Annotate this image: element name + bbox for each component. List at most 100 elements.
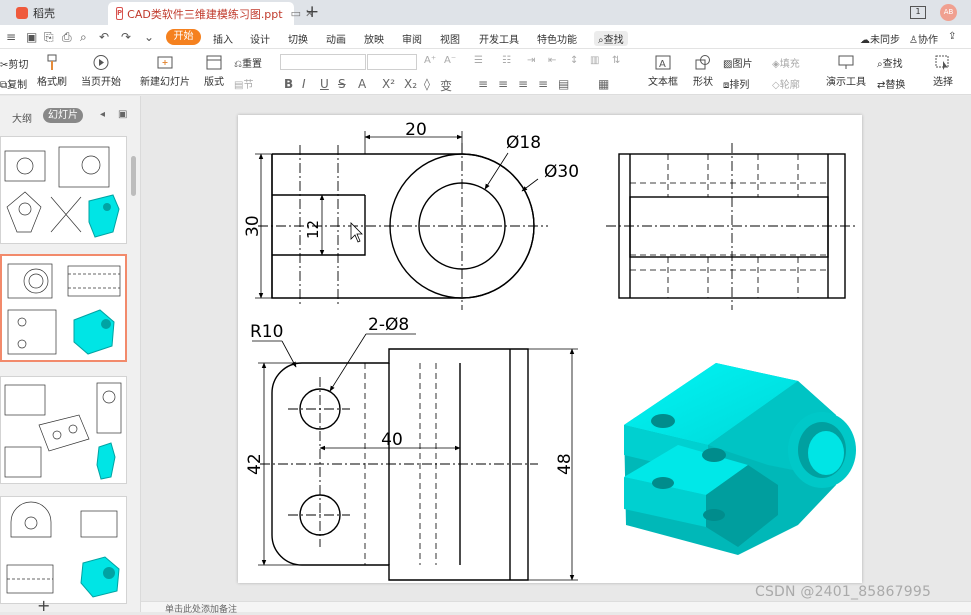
more-icon[interactable]: ⌄ (144, 30, 154, 44)
search-label: 查找 (603, 35, 624, 46)
tab-slideshow[interactable]: 放映 (364, 31, 384, 46)
font-shrink-icon[interactable]: A⁻ (444, 55, 456, 66)
document-tab[interactable]: P CAD类软件三维建模练习图.ppt ▭ ✕ (108, 2, 314, 25)
font-grow-icon[interactable]: A⁺ (424, 55, 436, 66)
shape-button[interactable]: 形状 (687, 54, 719, 88)
thumbnail-drawing (7, 263, 121, 355)
slide-thumbnail-3[interactable] (0, 376, 127, 484)
play-current-button[interactable]: 当页开始 (80, 54, 122, 88)
sync-status[interactable]: ☁未同步 (860, 31, 900, 46)
slide-thumbnail-1[interactable] (0, 136, 127, 244)
copy-label: 复制 (7, 80, 28, 91)
reset-icon: ⎌ (234, 59, 242, 70)
fill-button[interactable]: ◈填充 (772, 55, 800, 70)
undo-icon[interactable]: ↶ (99, 30, 109, 44)
top-view (271, 348, 529, 581)
window-count-button[interactable]: 1 (910, 6, 926, 19)
outdent-icon[interactable]: ⇤ (548, 55, 556, 66)
dim-r10: R10 (250, 322, 283, 342)
indent-icon[interactable]: ⇥ (527, 55, 535, 66)
align-right-icon[interactable]: ≡ (518, 77, 528, 91)
panel-close-icon[interactable]: ▣ (118, 109, 127, 120)
strikethrough-icon[interactable]: S (338, 77, 346, 91)
tab-developer[interactable]: 开发工具 (479, 31, 519, 46)
char-spacing-icon[interactable]: 变 (440, 77, 452, 94)
new-tab-button[interactable]: + (305, 2, 319, 22)
bullets-icon[interactable]: ☰ (474, 55, 483, 66)
reset-label: 重置 (242, 59, 262, 70)
home-tab[interactable]: 稻壳 (4, 3, 104, 23)
fill-label: 填充 (779, 59, 800, 70)
print-icon[interactable]: ⎙ (62, 30, 72, 45)
tab-start[interactable]: 开始 (166, 29, 201, 45)
arrange-label: 排列 (729, 80, 750, 91)
italic-icon[interactable]: I (302, 77, 306, 91)
section-button[interactable]: ▤节 (234, 76, 253, 91)
distribute-icon[interactable]: ▤ (558, 77, 569, 91)
search-button[interactable]: ⌕查找 (594, 31, 628, 46)
textbox-button[interactable]: A 文本框 (645, 54, 681, 88)
tab-animation[interactable]: 动画 (326, 31, 346, 46)
tab-transition[interactable]: 切换 (288, 31, 308, 46)
find-button[interactable]: ⌕查找 (877, 55, 903, 70)
align-center-icon[interactable]: ≡ (498, 77, 508, 91)
cut-button[interactable]: ✂剪切 (0, 56, 28, 71)
redo-icon[interactable]: ↷ (121, 30, 131, 44)
panel-collapse-icon[interactable]: ◂ (100, 109, 105, 120)
new-slide-button[interactable]: 新建幻灯片 (137, 54, 193, 88)
tab-review[interactable]: 审阅 (402, 31, 422, 46)
notes-bar[interactable]: 单击此处添加备注 (141, 601, 971, 615)
underline-icon[interactable]: U (320, 77, 329, 91)
section-label: 节 (243, 80, 254, 91)
tab-design[interactable]: 设计 (250, 31, 270, 46)
font-color-icon[interactable]: A (358, 77, 366, 91)
columns-icon[interactable]: ▥ (590, 55, 599, 66)
format-painter-button[interactable]: 格式刷 (36, 54, 68, 88)
bold-icon[interactable]: B (284, 77, 293, 91)
dim-phi18: Ø18 (506, 133, 541, 153)
font-family-select[interactable] (280, 54, 366, 70)
tab-insert[interactable]: 插入 (213, 31, 233, 46)
find-label: 查找 (882, 59, 903, 70)
save-icon[interactable]: ▣ (26, 30, 37, 44)
clear-format-icon[interactable]: ◊ (424, 77, 430, 91)
preview-icon[interactable]: ⌕ (80, 30, 87, 45)
align-text-icon[interactable]: ▦ (598, 77, 609, 91)
share-button[interactable]: ⇪ (948, 31, 956, 42)
brush-icon (47, 54, 57, 70)
collab-button[interactable]: ♙协作 (909, 31, 938, 46)
slide-thumbnail-4[interactable] (0, 496, 127, 604)
subscript-icon[interactable]: X₂ (404, 77, 417, 91)
svg-text:A: A (659, 59, 666, 70)
current-slide[interactable]: 20 Ø18 Ø30 30 12 R10 2-Ø8 40 42 48 (238, 115, 862, 583)
dim-12: 12 (304, 220, 322, 239)
menu-icon[interactable]: ≡ (6, 30, 16, 44)
tab-special[interactable]: 特色功能 (537, 31, 577, 46)
tab-view[interactable]: 视图 (440, 31, 460, 46)
tab-outline[interactable]: 大纲 (12, 110, 32, 125)
layout-button[interactable]: 版式 (199, 54, 229, 88)
copy-button[interactable]: ⧉复制 (0, 76, 27, 91)
select-button[interactable]: 选择 (928, 54, 958, 88)
new-slide-icon (157, 56, 173, 69)
replace-button[interactable]: ⇄替换 (877, 76, 905, 91)
outline-button[interactable]: ◇轮廓 (772, 76, 800, 91)
justify-icon[interactable]: ≡ (538, 77, 548, 91)
reset-button[interactable]: ⎌重置 (234, 55, 262, 70)
superscript-icon[interactable]: X² (382, 77, 395, 91)
align-left-icon[interactable]: ≡ (478, 77, 488, 91)
picture-button[interactable]: ▨图片 (723, 55, 752, 70)
line-spacing-icon[interactable]: ↕ (570, 55, 578, 66)
slide-thumbnail-2-selected[interactable] (0, 254, 127, 362)
font-size-select[interactable] (367, 54, 417, 70)
avatar[interactable]: AB (940, 4, 957, 21)
export-icon[interactable]: ⎘ (44, 30, 54, 45)
text-direction-icon[interactable]: ⇅ (612, 55, 620, 66)
slides-scrollbar[interactable] (131, 156, 136, 196)
arrange-button[interactable]: ⧈排列 (723, 76, 749, 91)
add-slide-button[interactable]: + (37, 596, 50, 615)
numbering-icon[interactable]: ☷ (502, 55, 511, 66)
tab-slides[interactable]: 幻灯片 (43, 108, 83, 123)
tab-monitor-icon[interactable]: ▭ (291, 7, 301, 20)
presenter-tools-button[interactable]: 演示工具 (823, 54, 869, 88)
